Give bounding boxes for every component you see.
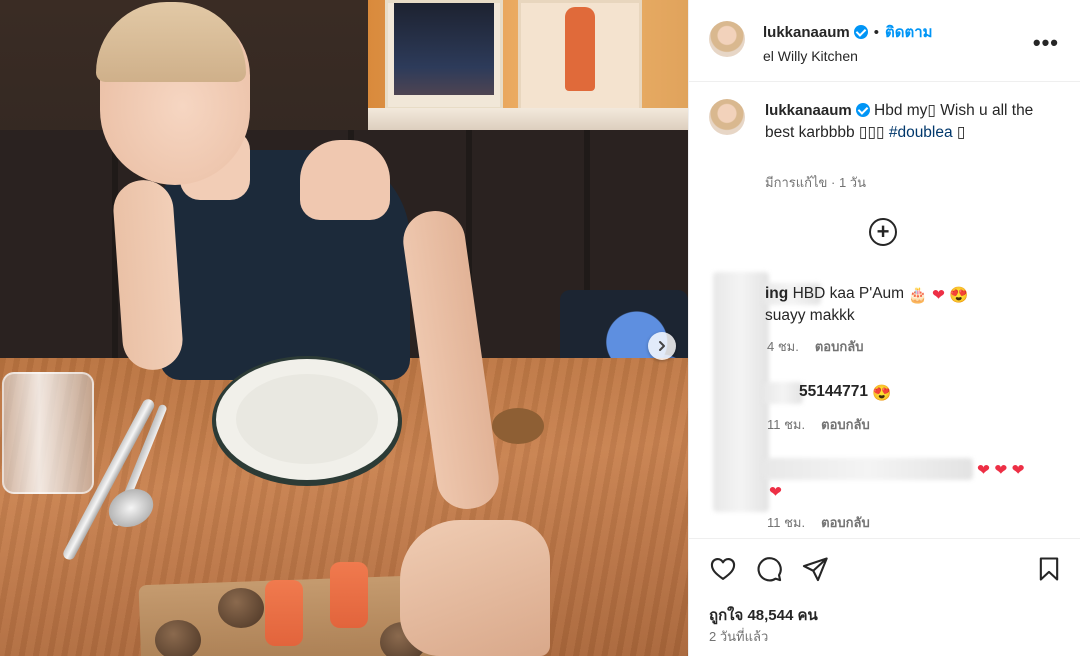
photo-food bbox=[265, 580, 303, 646]
username[interactable]: lukkanaaum bbox=[763, 24, 850, 41]
heart-eyes-emoji: 😍 bbox=[872, 385, 892, 402]
bookmark-icon[interactable] bbox=[1035, 555, 1063, 583]
heart-emoji: ❤ bbox=[977, 462, 990, 479]
heart-emoji: ❤ bbox=[932, 287, 945, 304]
heart-icon[interactable] bbox=[709, 555, 737, 583]
comment-icon[interactable] bbox=[755, 555, 783, 583]
comment-time: 11 ชม. bbox=[767, 417, 806, 432]
reply-button[interactable]: ตอบกลับ bbox=[821, 417, 870, 432]
action-bar: ถูกใจ 48,544 คน 2 วันที่แล้ว bbox=[689, 538, 1080, 656]
heart-emoji: ❤ bbox=[1011, 462, 1025, 479]
more-options-icon[interactable]: ••• bbox=[1033, 30, 1059, 56]
photo-plate bbox=[212, 356, 402, 486]
hashtag-link[interactable]: #doublea bbox=[889, 124, 953, 141]
comment-username-redacted bbox=[763, 458, 973, 480]
caption-text: lukkanaaum Hbd my▯ Wish u all the best k… bbox=[765, 100, 1055, 144]
next-photo-button[interactable] bbox=[648, 332, 676, 360]
photo-holding-hand bbox=[400, 520, 550, 656]
photo-food bbox=[155, 620, 201, 656]
load-more-comments-button[interactable]: + bbox=[869, 218, 897, 246]
comment-text-line2: ❤ bbox=[769, 480, 782, 504]
photo-food bbox=[330, 562, 368, 628]
post-detail-panel: lukkanaaum • ติดตาม el Willy Kitchen ••• l… bbox=[688, 0, 1080, 656]
photo-glass bbox=[2, 372, 94, 494]
reply-button[interactable]: ตอบกลับ bbox=[815, 339, 864, 354]
post-header: lukkanaaum • ติดตาม el Willy Kitchen ••• bbox=[689, 0, 1080, 82]
comment-time: 4 ชม. bbox=[767, 339, 799, 354]
comment-username[interactable]: 55144771 bbox=[799, 383, 868, 400]
reply-button[interactable]: ตอบกลับ bbox=[821, 515, 870, 530]
post-timestamp[interactable]: 2 วันที่แล้ว bbox=[709, 626, 768, 647]
heart-emoji: ❤ bbox=[994, 462, 1008, 479]
plus-circle-icon: + bbox=[876, 218, 890, 244]
comment-text: 55144771 😍 bbox=[799, 381, 892, 405]
avatar[interactable] bbox=[709, 99, 745, 135]
avatar[interactable] bbox=[709, 21, 745, 57]
comment-body-line2: suayy makkk bbox=[765, 307, 855, 324]
verified-badge-icon bbox=[853, 25, 868, 39]
photo-person-shoulder bbox=[300, 140, 390, 220]
comment-time: 11 ชม. bbox=[767, 515, 806, 530]
separator-dot: • bbox=[873, 24, 879, 41]
heart-emoji: ❤ bbox=[769, 484, 782, 501]
comment-meta: 11 ชม. ตอบกลับ bbox=[767, 512, 870, 533]
comment-body: HBD kaa P'Aum bbox=[792, 285, 905, 302]
comment-avatar-redacted bbox=[713, 272, 769, 512]
post-author: lukkanaaum • ติดตาม el Willy Kitchen bbox=[763, 20, 933, 64]
verified-badge-icon bbox=[855, 103, 870, 117]
caption-meta: มีการแก้ไข · 1 วัน bbox=[765, 175, 866, 190]
caption-username[interactable]: lukkanaaum bbox=[765, 102, 852, 119]
chevron-right-icon bbox=[659, 341, 665, 351]
comment-text: ing HBD kaa P'Aum 🎂 ❤ 😍 bbox=[765, 283, 969, 307]
cake-emoji: 🎂 bbox=[908, 287, 928, 304]
location-link[interactable]: el Willy Kitchen bbox=[763, 48, 933, 64]
comment-meta: 4 ชม. ตอบกลับ bbox=[767, 336, 863, 357]
photo-food bbox=[218, 588, 264, 628]
likes-count[interactable]: ถูกใจ 48,544 คน bbox=[709, 603, 818, 627]
comment-username-redacted bbox=[763, 382, 803, 404]
photo-coaster bbox=[492, 408, 544, 444]
photo-poster bbox=[385, 0, 503, 110]
follow-button[interactable]: ติดตาม bbox=[885, 24, 933, 41]
post-photo[interactable] bbox=[0, 0, 688, 656]
share-icon[interactable] bbox=[801, 555, 829, 583]
photo-poster bbox=[518, 0, 642, 118]
caption-trailing: ▯ bbox=[952, 124, 966, 141]
comment-meta: 11 ชม. ตอบกลับ bbox=[767, 414, 870, 435]
comment-username[interactable]: ing bbox=[765, 285, 788, 302]
comment-text: ❤ ❤ ❤ bbox=[977, 458, 1025, 482]
heart-eyes-emoji: 😍 bbox=[949, 287, 969, 304]
